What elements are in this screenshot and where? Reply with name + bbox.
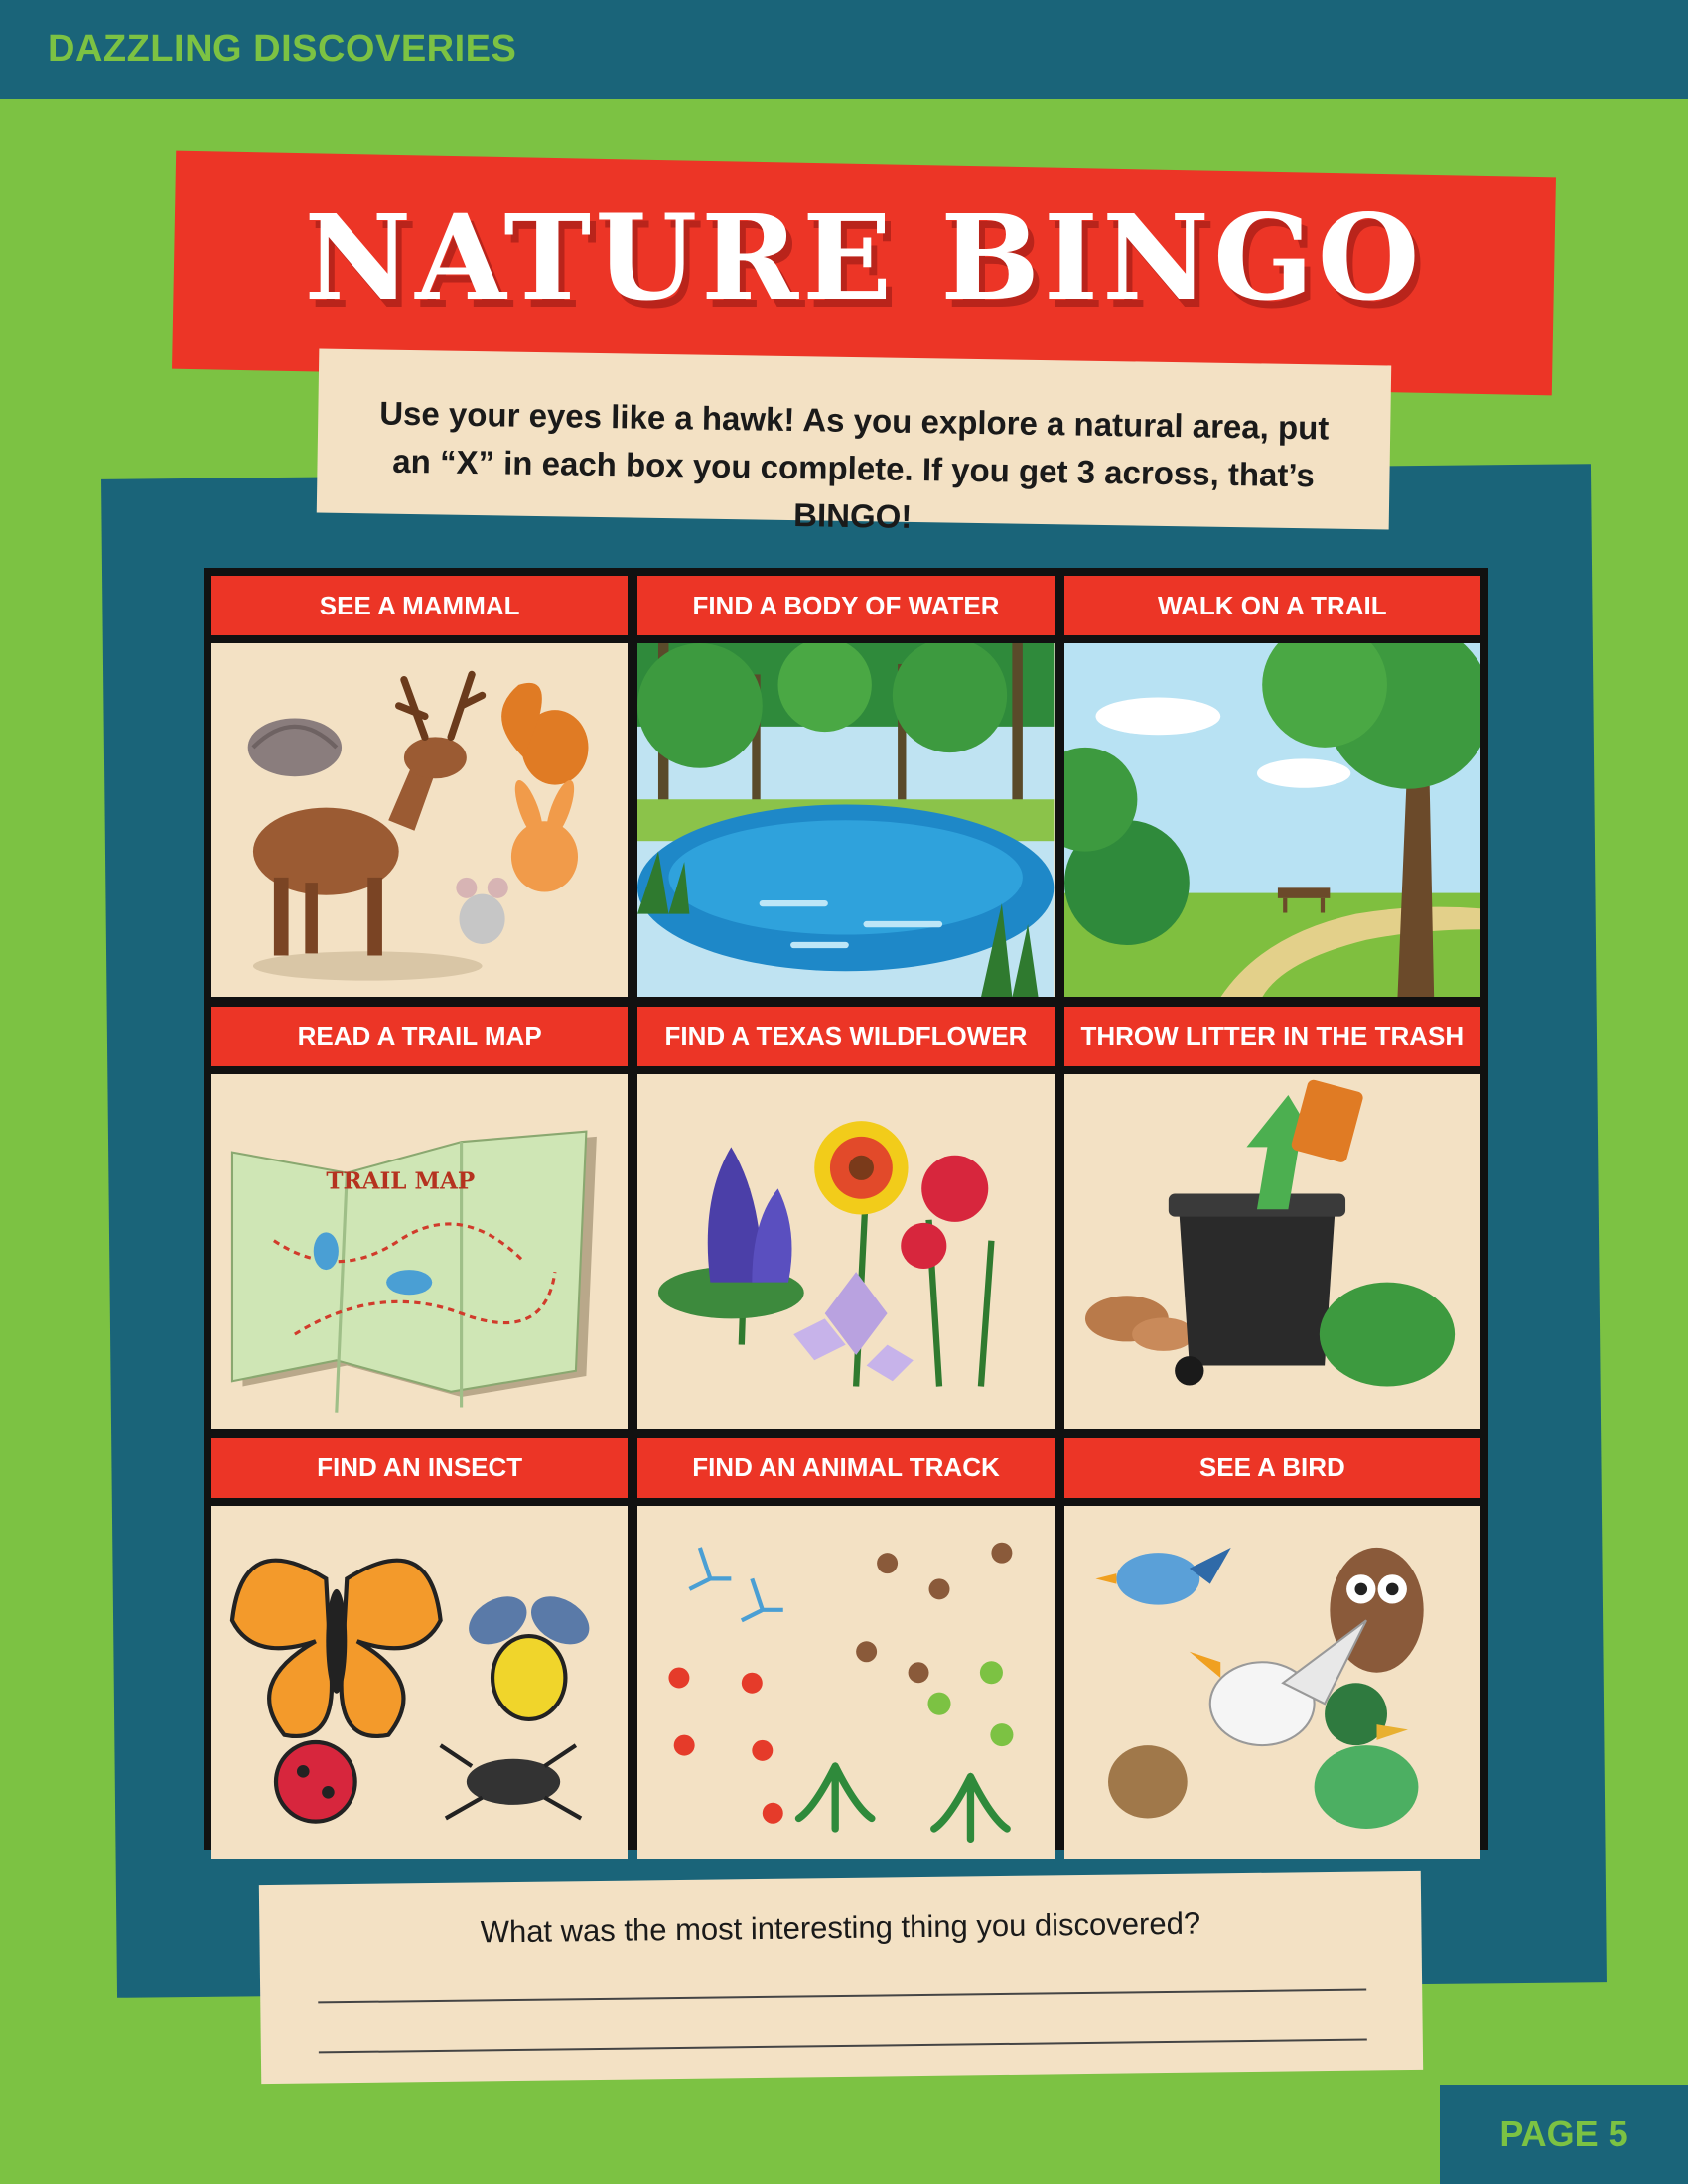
- reflection-question: What was the most interesting thing you …: [480, 1905, 1201, 1950]
- trash-can-illustration-icon: [1063, 1074, 1480, 1429]
- trail-illustration-icon: [1063, 643, 1480, 998]
- bingo-cell-throw-litter-in-the-trash[interactable]: THROW LITTER IN THE TRASH: [1063, 1007, 1480, 1429]
- bingo-cell-label: FIND A TEXAS WILDFLOWER: [637, 1007, 1055, 1067]
- bingo-cell-label: FIND AN INSECT: [211, 1437, 629, 1498]
- wildflowers-illustration-icon: [637, 1074, 1055, 1429]
- instructions-box: Use your eyes like a hawk! As you explor…: [316, 348, 1392, 535]
- bingo-cell-read-a-trail-map[interactable]: READ A TRAIL MAP TRAIL MAP: [211, 1007, 629, 1429]
- map-title-text: TRAIL MAP: [326, 1168, 475, 1195]
- bingo-cell-see-a-mammal[interactable]: SEE A MAMMAL: [211, 576, 629, 998]
- bingo-cell-label: FIND AN ANIMAL TRACK: [637, 1437, 1055, 1498]
- bingo-cell-label: FIND A BODY OF WATER: [637, 576, 1055, 635]
- bingo-cell-find-an-animal-track[interactable]: FIND AN ANIMAL TRACK: [637, 1437, 1055, 1860]
- top-bar: DAZZLING DISCOVERIES: [0, 0, 1688, 99]
- bingo-cell-label: WALK ON A TRAIL: [1063, 576, 1480, 635]
- page-number-tab: PAGE 5: [1440, 2085, 1688, 2184]
- bingo-cell-find-a-texas-wildflower[interactable]: FIND A TEXAS WILDFLOWER: [637, 1007, 1055, 1429]
- insects-illustration-icon: [211, 1505, 629, 1860]
- bingo-cell-label: READ A TRAIL MAP: [211, 1007, 629, 1067]
- answer-line-2[interactable]: [318, 2038, 1367, 2054]
- animal-tracks-illustration-icon: [637, 1505, 1055, 1860]
- trail-map-illustration-icon: TRAIL MAP: [211, 1074, 629, 1429]
- bingo-grid: SEE A MAMMAL FIND A BODY OF WATER WALK O…: [204, 568, 1488, 1860]
- answer-line-1[interactable]: [318, 1988, 1367, 2004]
- page-title: NATURE BINGO: [304, 189, 1424, 327]
- bingo-cell-see-a-bird[interactable]: SEE A BIRD: [1063, 1437, 1480, 1860]
- bingo-cell-find-a-body-of-water[interactable]: FIND A BODY OF WATER: [637, 576, 1055, 998]
- birds-illustration-icon: [1063, 1505, 1480, 1860]
- mammals-illustration-icon: [211, 643, 629, 998]
- reflection-box: What was the most interesting thing you …: [258, 1870, 1424, 2085]
- bingo-cell-label: SEE A MAMMAL: [211, 576, 629, 635]
- page-number: PAGE 5: [1499, 2114, 1628, 2154]
- instructions-text: Use your eyes like a hawk! As you explor…: [378, 394, 1330, 535]
- bingo-cell-find-an-insect[interactable]: FIND AN INSECT: [211, 1437, 629, 1860]
- pond-illustration-icon: [637, 643, 1055, 998]
- series-title: DAZZLING DISCOVERIES: [48, 28, 517, 69]
- bingo-cell-label: THROW LITTER IN THE TRASH: [1063, 1007, 1480, 1067]
- bingo-cell-walk-on-a-trail[interactable]: WALK ON A TRAIL: [1063, 576, 1480, 998]
- bingo-cell-label: SEE A BIRD: [1063, 1437, 1480, 1498]
